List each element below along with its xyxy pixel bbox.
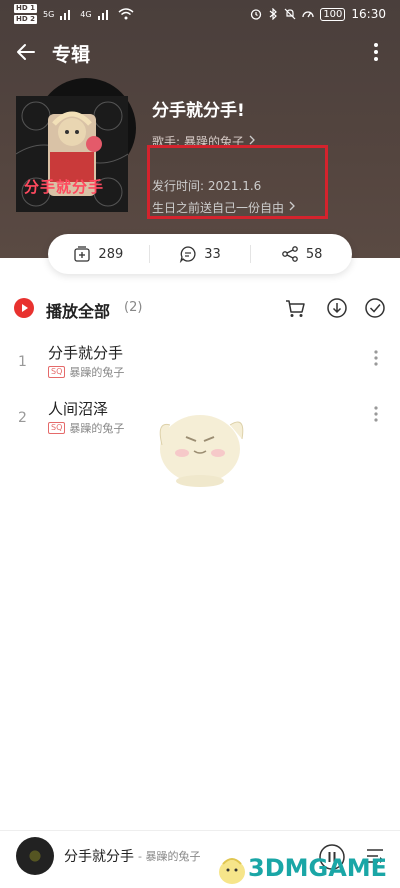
song-meta: SQ 暴躁的兔子: [48, 420, 124, 436]
collect-button[interactable]: 289: [48, 234, 149, 274]
comments-count: 33: [204, 246, 221, 262]
signal-icon: [60, 10, 71, 20]
back-arrow-icon[interactable]: [14, 40, 38, 64]
album-stats-card: 289 33 58: [48, 234, 352, 274]
cart-icon[interactable]: [284, 297, 306, 319]
song-more-icon[interactable]: [368, 348, 384, 368]
clock: 16:30: [351, 7, 386, 21]
song-title: 人间沼泽: [48, 400, 109, 418]
album-name: 分手就分手!: [152, 101, 245, 121]
play-all-row: 播放全部 (2): [0, 294, 400, 324]
song-artist: 暴躁的兔子: [69, 422, 125, 435]
status-bar: HD 1 HD 2 5G 4G 100 16:30: [0, 0, 400, 28]
song-title: 分手就分手: [48, 344, 124, 362]
comment-icon: [180, 246, 196, 263]
network-4g-label: 4G: [80, 9, 92, 19]
watermark-text: 3DMGAME: [248, 854, 388, 882]
play-all-button[interactable]: 播放全部: [46, 298, 110, 322]
wifi-icon: [118, 8, 134, 20]
mini-player-artist: - 暴躁的兔子: [138, 850, 201, 863]
add-collection-icon: [74, 246, 91, 262]
download-icon[interactable]: [326, 297, 348, 319]
play-icon: [22, 304, 28, 312]
mute-icon: [284, 8, 296, 20]
multi-select-icon[interactable]: [364, 297, 386, 319]
song-meta: SQ 暴躁的兔子: [48, 364, 124, 380]
share-icon: [282, 246, 298, 262]
cover-title-text: 分手就分手: [24, 178, 105, 196]
sim-indicators: HD 1 HD 2: [14, 3, 37, 25]
highlight-box: [147, 145, 328, 219]
comments-button[interactable]: 33: [150, 234, 251, 274]
play-all-icon[interactable]: [14, 298, 34, 318]
status-left: HD 1 HD 2 5G 4G: [14, 3, 134, 25]
sq-quality-badge: SQ: [48, 422, 66, 434]
song-count: (2): [124, 300, 143, 315]
song-artist: 暴躁的兔子: [69, 366, 125, 379]
alarm-icon: [251, 9, 262, 20]
collect-count: 289: [98, 246, 124, 262]
speed-icon: [302, 11, 314, 18]
song-index: 2: [18, 410, 27, 426]
mini-player-title: 分手就分手: [64, 849, 134, 865]
album-cover[interactable]: 分手就分手: [16, 78, 136, 212]
top-navigation: 专辑: [0, 34, 400, 70]
status-right: 100 16:30: [250, 7, 386, 21]
album-title-block: 分手就分手!: [152, 96, 245, 121]
battery-level: 100: [320, 7, 346, 21]
bluetooth-icon: [269, 8, 278, 20]
page-title: 专辑: [52, 44, 91, 66]
more-options-icon[interactable]: [368, 40, 384, 64]
song-index: 1: [18, 354, 27, 370]
song-more-icon[interactable]: [368, 404, 384, 424]
network-5g-label: 5G: [42, 9, 55, 19]
mini-player-cover[interactable]: [16, 837, 54, 875]
album-cover-art: 分手就分手: [16, 96, 128, 212]
signal-icon-2: [97, 10, 108, 20]
mascot-watermark-icon: [159, 415, 244, 487]
share-button[interactable]: 58: [251, 234, 352, 274]
sq-quality-badge: SQ: [48, 366, 66, 378]
sim-1-label: HD 1: [14, 4, 37, 13]
sim-2-label: HD 2: [14, 15, 37, 24]
song-row-1[interactable]: 1 分手就分手 SQ 暴躁的兔子: [0, 342, 400, 388]
share-count: 58: [305, 246, 323, 262]
